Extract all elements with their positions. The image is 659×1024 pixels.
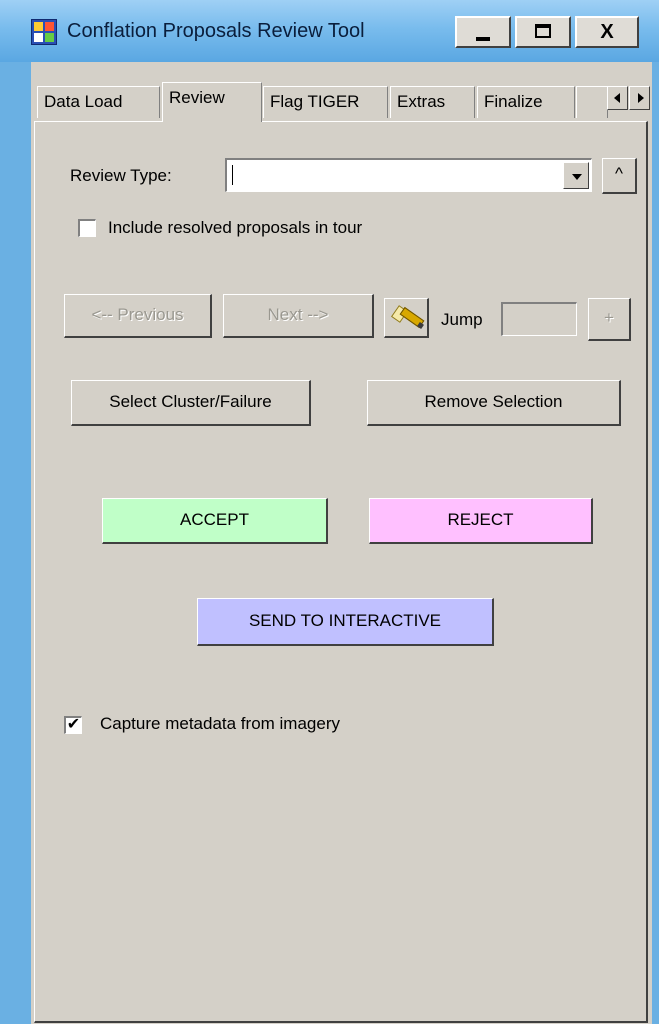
tab-scroll-buttons <box>607 86 651 112</box>
flash-button[interactable] <box>384 298 429 338</box>
minimize-button[interactable] <box>455 16 511 48</box>
tab-review[interactable]: Review <box>162 82 262 122</box>
maximize-button[interactable] <box>515 16 571 48</box>
maximize-icon <box>535 24 551 38</box>
jump-label: Jump <box>441 310 483 329</box>
tab-strip: Data Load Review Flag TIGER Extras Final… <box>31 62 652 122</box>
tab-data-load[interactable]: Data Load <box>37 86 160 118</box>
include-resolved-checkbox[interactable] <box>78 219 96 237</box>
window-title: Conflation Proposals Review Tool <box>67 20 365 42</box>
include-resolved-label: Include resolved proposals in tour <box>108 218 363 237</box>
review-type-label: Review Type: <box>70 166 172 185</box>
review-tab-page <box>34 121 648 1023</box>
send-to-interactive-button[interactable]: SEND TO INTERACTIVE <box>197 598 494 646</box>
application-window: Conflation Proposals Review Tool X Data … <box>0 0 659 1024</box>
select-cluster-button[interactable]: Select Cluster/Failure <box>71 380 311 426</box>
close-button[interactable]: X <box>575 16 639 48</box>
review-type-combo[interactable] <box>225 158 592 192</box>
next-button[interactable]: Next --> <box>223 294 374 338</box>
arrow-left-icon <box>614 93 620 103</box>
remove-selection-button[interactable]: Remove Selection <box>367 380 621 426</box>
app-icon <box>31 19 57 45</box>
tab-overflow[interactable] <box>576 86 608 118</box>
title-bar[interactable]: Conflation Proposals Review Tool X <box>0 0 659 62</box>
text-caret <box>232 165 233 185</box>
chevron-down-icon <box>572 174 582 180</box>
previous-button[interactable]: <-- Previous <box>64 294 212 338</box>
caret-up-button[interactable]: ^ <box>602 158 637 194</box>
reject-button[interactable]: REJECT <box>369 498 593 544</box>
capture-metadata-label: Capture metadata from imagery <box>100 714 340 733</box>
tab-extras[interactable]: Extras <box>390 86 475 118</box>
tab-finalize[interactable]: Finalize <box>477 86 575 118</box>
check-mark-icon: ✔ <box>66 716 81 733</box>
client-area: Data Load Review Flag TIGER Extras Final… <box>31 62 652 1024</box>
minimize-icon <box>476 37 490 41</box>
tab-flag-tiger[interactable]: Flag TIGER <box>263 86 388 118</box>
tab-scroll-left-button[interactable] <box>607 86 628 110</box>
jump-plus-button[interactable]: + <box>588 298 631 341</box>
tab-scroll-right-button[interactable] <box>629 86 650 110</box>
arrow-right-icon <box>638 93 644 103</box>
jump-input[interactable] <box>501 302 577 336</box>
capture-metadata-checkbox[interactable]: ✔ <box>64 716 82 734</box>
combo-dropdown-button[interactable] <box>563 162 589 189</box>
accept-button[interactable]: ACCEPT <box>102 498 328 544</box>
